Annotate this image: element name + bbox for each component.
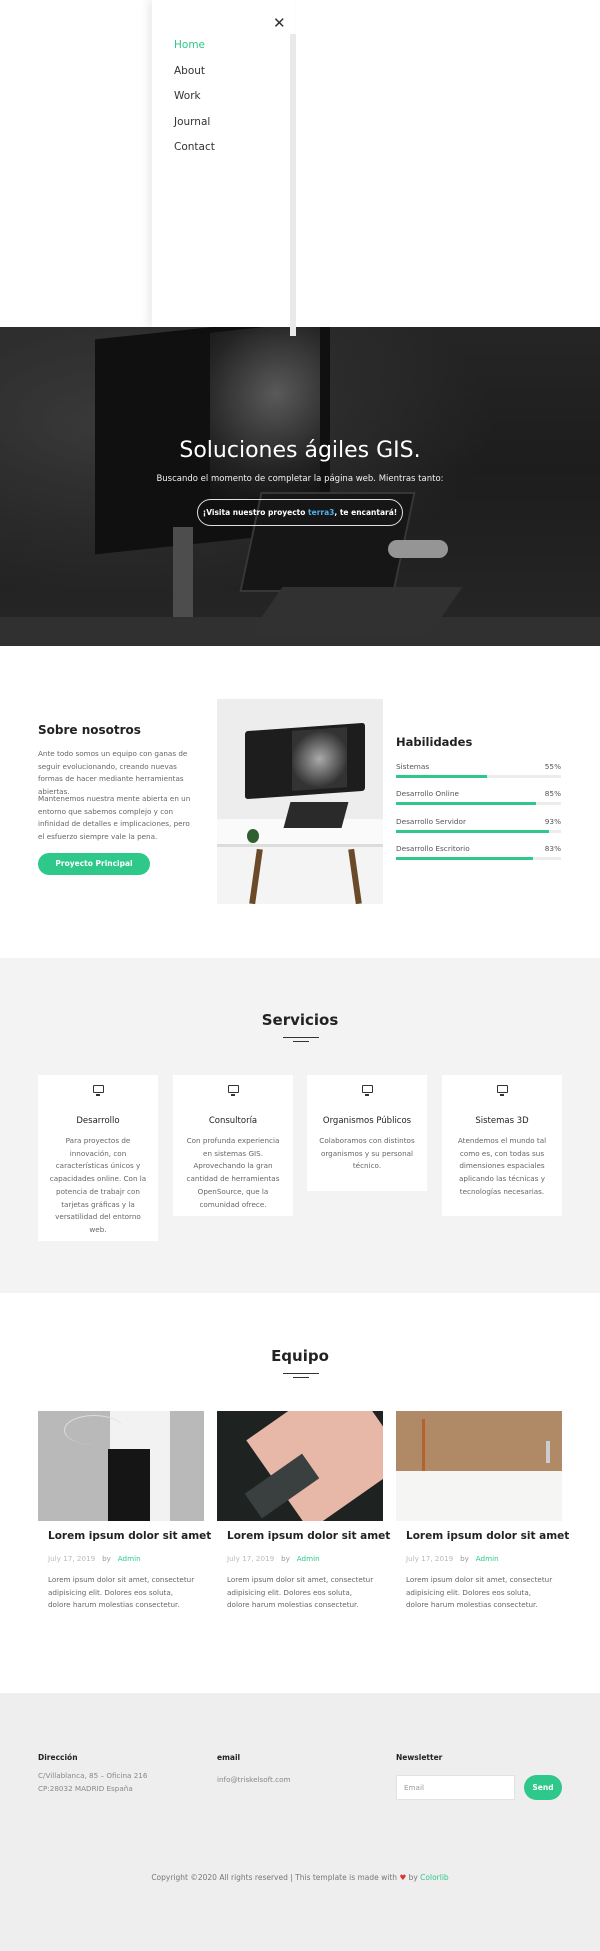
post-title[interactable]: Lorem ipsum dolor sit amet: [406, 1530, 569, 1542]
menu-item-journal[interactable]: Journal: [174, 115, 215, 141]
footer-email-title: email: [217, 1753, 241, 1762]
post-excerpt: Lorem ipsum dolor sit amet, consectetur …: [406, 1575, 553, 1609]
menu-list: Home About Work Journal Contact: [174, 38, 215, 166]
about-paragraph-1: Ante todo somos un equipo con ganas de s…: [38, 749, 188, 796]
colorlib-link[interactable]: Colorlib: [420, 1873, 449, 1882]
skill-percent: 85%: [544, 789, 561, 798]
title-divider: [283, 1037, 319, 1038]
hero-button-text-end: , te encantará!: [334, 508, 398, 517]
skill-desarrollo-escritorio: Desarrollo Escritorio 83%: [396, 844, 561, 864]
newsletter-send-button[interactable]: Send: [524, 1775, 562, 1800]
skill-progress-bar: [396, 775, 487, 778]
skill-percent: 93%: [544, 817, 561, 826]
service-card-desarrollo: Desarrollo Para proyectos de innovación,…: [38, 1075, 158, 1241]
skill-name: Sistemas: [396, 762, 430, 771]
about-title: Sobre nosotros: [38, 723, 141, 737]
service-title: Desarrollo: [76, 1116, 120, 1126]
post-image-3[interactable]: [396, 1411, 562, 1521]
menu-scrollbar[interactable]: [290, 34, 296, 336]
service-description: Colaboramos con distintos organismos y s…: [319, 1136, 415, 1171]
close-icon[interactable]: ✕: [273, 16, 286, 31]
copyright: Copyright ©2020 All rights reserved | Th…: [0, 1873, 600, 1882]
post-by: by: [460, 1554, 469, 1563]
skill-percent: 83%: [544, 844, 561, 853]
post-author-link[interactable]: Admin: [476, 1554, 499, 1563]
footer-address-line-1: C/Villablanca, 85 – Oficina 216: [38, 1771, 148, 1780]
post-excerpt: Lorem ipsum dolor sit amet, consectetur …: [227, 1575, 374, 1609]
skill-name: Desarrollo Online: [396, 789, 459, 798]
post-image-2[interactable]: [217, 1411, 383, 1521]
skill-name: Desarrollo Escritorio: [396, 844, 470, 853]
footer-address-line-2: CP:28032 MADRID España: [38, 1784, 133, 1793]
monitor-icon: [442, 1083, 562, 1096]
title-divider: [283, 1373, 319, 1374]
service-description: Atendemos el mundo tal como es, con toda…: [457, 1136, 547, 1196]
skill-desarrollo-online: Desarrollo Online 85%: [396, 789, 561, 809]
hero-button-text: ¡Visita nuestro proyecto: [202, 508, 309, 517]
monitor-icon: [307, 1083, 427, 1096]
services-title: Servicios: [261, 1011, 339, 1029]
about-image: [217, 699, 383, 904]
menu-item-about[interactable]: About: [174, 64, 215, 90]
post-author-link[interactable]: Admin: [118, 1554, 141, 1563]
hero-button-link[interactable]: terra3: [308, 508, 334, 517]
post-by: by: [281, 1554, 290, 1563]
post-author-link[interactable]: Admin: [297, 1554, 320, 1563]
footer: [0, 1693, 600, 1951]
skills-title: Habilidades: [396, 735, 473, 749]
hero-subtitle: Buscando el momento de completar la pági…: [156, 474, 444, 484]
skill-desarrollo-servidor: Desarrollo Servidor 93%: [396, 817, 561, 837]
hero-project-button[interactable]: ¡Visita nuestro proyecto terra3, te enca…: [197, 499, 403, 526]
skill-name: Desarrollo Servidor: [396, 817, 466, 826]
service-title: Sistemas 3D: [475, 1116, 529, 1126]
copyright-text: Copyright ©2020 All rights reserved | Th…: [151, 1873, 398, 1882]
service-card-consultoria: Consultoría Con profunda experiencia en …: [173, 1075, 293, 1216]
service-description: Para proyectos de innovación, con caract…: [49, 1136, 147, 1234]
skill-progress-bar: [396, 857, 533, 860]
post-date[interactable]: July 17, 2019: [406, 1554, 453, 1563]
post-meta: July 17, 2019 by Admin: [406, 1554, 499, 1563]
post-date[interactable]: July 17, 2019: [227, 1554, 274, 1563]
skill-percent: 55%: [544, 762, 561, 771]
skill-sistemas: Sistemas 55%: [396, 762, 561, 782]
hero-section: [0, 327, 600, 646]
menu-item-contact[interactable]: Contact: [174, 140, 215, 166]
hero-title: Soluciones ágiles GIS.: [179, 438, 421, 463]
post-image-1[interactable]: [38, 1411, 204, 1521]
post-date[interactable]: July 17, 2019: [48, 1554, 95, 1563]
post-meta: July 17, 2019 by Admin: [48, 1554, 141, 1563]
post-meta: July 17, 2019 by Admin: [227, 1554, 320, 1563]
monitor-icon: [173, 1083, 293, 1096]
service-title: Consultoría: [208, 1116, 258, 1126]
service-title: Organismos Públicos: [322, 1116, 412, 1126]
post-title[interactable]: Lorem ipsum dolor sit amet: [48, 1530, 211, 1542]
service-card-sistemas-3d: Sistemas 3D Atendemos el mundo tal como …: [442, 1075, 562, 1216]
heart-icon: ♥: [399, 1873, 407, 1882]
title-divider: [293, 1041, 309, 1042]
post-excerpt: Lorem ipsum dolor sit amet, consectetur …: [48, 1575, 195, 1609]
menu-item-work[interactable]: Work: [174, 89, 215, 115]
post-title[interactable]: Lorem ipsum dolor sit amet: [227, 1530, 390, 1542]
footer-address-title: Dirección: [38, 1753, 78, 1762]
footer-newsletter-title: Newsletter: [396, 1753, 443, 1762]
service-card-organismos: Organismos Públicos Colaboramos con dist…: [307, 1075, 427, 1191]
copyright-by: by: [408, 1873, 418, 1882]
main-project-button[interactable]: Proyecto Principal: [38, 853, 150, 875]
post-by: by: [102, 1554, 111, 1563]
title-divider: [293, 1377, 309, 1378]
footer-email-link[interactable]: info@triskelsoft.com: [217, 1774, 291, 1787]
skill-progress-bar: [396, 802, 537, 805]
team-title: Equipo: [271, 1347, 329, 1365]
newsletter-email-input[interactable]: Email: [396, 1775, 515, 1800]
about-paragraph-2: Mantenemos nuestra mente abierta en un e…: [38, 794, 191, 841]
menu-item-home[interactable]: Home: [174, 38, 215, 64]
service-description: Con profunda experiencia en sistemas GIS…: [186, 1136, 280, 1209]
monitor-icon: [38, 1083, 158, 1096]
skill-progress-bar: [396, 830, 550, 833]
